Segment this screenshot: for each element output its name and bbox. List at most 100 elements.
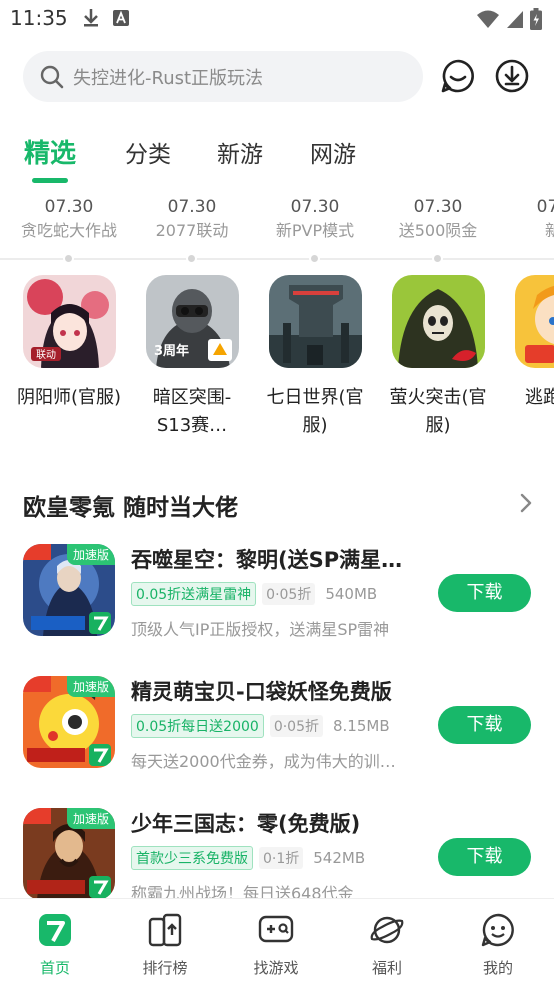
nav-label: 排行榜 [142, 959, 188, 977]
list-item[interactable]: 加速版 少年三国志：零(免费版) 首款少三系免费版 0·1折 542MB 称霸九… [0, 804, 554, 898]
game-icon-once-human [268, 275, 362, 368]
game-meta: 0.05折送满星雷神 0·05折 540MB [131, 582, 377, 606]
section-title: 欧皇零氪 随时当大佬 [23, 495, 239, 521]
status-bar: 11:35 [0, 0, 554, 38]
timeline-dot [186, 253, 197, 264]
featured-game[interactable]: 逃跑吧… [499, 275, 554, 412]
nav-ranking[interactable]: 排行榜 [110, 911, 220, 978]
nav-label: 找游戏 [253, 959, 299, 977]
search-row: 失控进化-Rust正版玩法 [0, 50, 554, 104]
file-size: 542MB [313, 849, 366, 867]
featured-game[interactable]: 七日世界(官服) [253, 275, 377, 440]
download-status-icon [84, 9, 98, 27]
nav-find-games[interactable]: 找游戏 [221, 911, 331, 978]
timeline-date: 07.30 [536, 197, 554, 217]
category-tabs: 精选 分类 新游 网游 [0, 130, 554, 186]
discount-tag: 0·05折 [269, 715, 323, 737]
promo-tag: 首款少三系免费版 [131, 846, 253, 870]
featured-games-row: 联动 阴阳师(官服) 3周年 暗区突围-S13赛… 七日世界(官服) 萤火突击(… [0, 275, 554, 450]
update-timeline[interactable]: 07.30 贪吃蛇大作战 07.30 2077联动 07.30 新PVP模式 0… [0, 195, 554, 270]
file-size: 8.15MB [332, 717, 390, 735]
game-title: 少年三国志：零(免费版) [131, 812, 361, 836]
battery-icon [530, 8, 542, 30]
nav-welfare[interactable]: 福利 [332, 911, 442, 978]
featured-game[interactable]: 3周年 暗区突围-S13赛… [130, 275, 254, 440]
nav-label: 我的 [482, 959, 513, 977]
tab-new-games[interactable]: 新游 [217, 135, 263, 169]
search-placeholder: 失控进化-Rust正版玩法 [73, 67, 264, 89]
featured-game-name: 逃跑吧… [525, 387, 554, 408]
section-header[interactable]: 欧皇零氪 随时当大佬 [23, 488, 533, 524]
wifi-icon [477, 10, 499, 28]
timeline-date: 07.30 [44, 197, 94, 217]
timeline-date: 07.30 [290, 197, 340, 217]
promo-tag: 0.05折送满星雷神 [131, 582, 257, 606]
timeline-desc: 贪吃蛇大作战 [20, 221, 117, 240]
gamepad-icon [258, 915, 294, 943]
file-size: 540MB [325, 585, 378, 603]
nav-profile[interactable]: 我的 [443, 911, 553, 978]
feedback-icon[interactable] [440, 58, 476, 94]
game-icon-three-kingdoms: 加速版 [23, 808, 115, 898]
tab-featured[interactable]: 精选 [24, 133, 76, 170]
timeline-item[interactable]: 07.30 贪吃蛇大作战 [7, 195, 131, 243]
download-button[interactable]: 下载 [438, 838, 531, 876]
timeline-dot [432, 253, 443, 264]
timeline-dot [309, 253, 320, 264]
nav-label: 福利 [371, 959, 402, 977]
game-icon-swallowed-star: 加速版 [23, 544, 115, 636]
timeline-dot [63, 253, 74, 264]
game-meta: 0.05折每日送2000 0·05折 8.15MB [131, 714, 390, 738]
chevron-right-icon[interactable] [519, 492, 533, 514]
game-title: 吞噬星空：黎明(送SP满星… [131, 548, 403, 572]
game-description: 每天送2000代金券，成为伟大的训… [131, 752, 396, 771]
accelerated-badge: 加速版 [66, 544, 115, 565]
accelerated-badge: 加速版 [66, 808, 115, 829]
list-item[interactable]: 加速版 精灵萌宝贝-口袋妖怪免费版 0.05折每日送2000 0·05折 8.1… [0, 672, 554, 772]
featured-game[interactable]: 联动 阴阳师(官服) [7, 275, 131, 412]
accelerated-badge: 加速版 [66, 676, 115, 697]
timeline-desc: 2077联动 [155, 221, 229, 240]
download-button[interactable]: 下载 [438, 706, 531, 744]
svg-text:3周年: 3周年 [154, 343, 189, 359]
app-notification-icon [113, 10, 129, 26]
timeline-item[interactable]: 07.30 新PVP模式 [253, 195, 377, 243]
search-bar[interactable]: 失控进化-Rust正版玩法 [23, 51, 423, 102]
game-icon-firefly-assault [391, 275, 485, 368]
bottom-navigation: 首页 排行榜 找游戏 福利 我的 [0, 898, 554, 984]
timeline-date: 07.30 [167, 197, 217, 217]
timeline-item[interactable]: 07.30 送500陨金 [376, 195, 500, 243]
game-title: 精灵萌宝贝-口袋妖怪免费版 [131, 680, 392, 704]
featured-game-name: 萤火突击(官服) [389, 387, 487, 436]
timeline-item[interactable]: 07.30 2077联动 [130, 195, 254, 243]
game-description: 顶级人气IP正版授权，送满星SP雷神 [131, 620, 390, 639]
download-manager-icon[interactable] [494, 58, 530, 94]
discount-tag: 0·1折 [259, 847, 304, 869]
featured-game-name: 暗区突围-S13赛… [152, 387, 232, 436]
promo-tag: 0.05折每日送2000 [131, 714, 264, 738]
timeline-date: 07.30 [413, 197, 463, 217]
svg-text:联动: 联动 [36, 349, 56, 361]
featured-game-name: 七日世界(官服) [266, 387, 364, 436]
discount-tag: 0·05折 [262, 583, 316, 605]
game-icon-onmyoji: 联动 [22, 275, 116, 368]
ranking-icon [148, 913, 182, 947]
profile-icon [481, 913, 514, 947]
featured-game[interactable]: 萤火突击(官服) [376, 275, 500, 440]
nav-home[interactable]: 首页 [0, 911, 110, 978]
timeline-line [0, 258, 554, 260]
timeline-desc: 送500陨金 [398, 221, 478, 240]
timeline-desc: 新武 [544, 221, 554, 240]
featured-game-name: 阴阳师(官服) [16, 387, 122, 408]
game-description: 称霸九州战场！每日送648代金 [131, 884, 354, 898]
list-item[interactable]: 加速版 吞噬星空：黎明(送SP满星… 0.05折送满星雷神 0·05折 540M… [0, 540, 554, 640]
tab-online-games[interactable]: 网游 [310, 135, 356, 169]
download-button[interactable]: 下载 [438, 574, 531, 612]
signal-icon [507, 11, 523, 28]
planet-icon [370, 916, 404, 944]
timeline-item[interactable]: 07.30 新武 [499, 195, 554, 243]
timeline-desc: 新PVP模式 [275, 221, 355, 240]
status-time: 11:35 [10, 6, 68, 30]
search-icon [40, 65, 64, 88]
tab-categories[interactable]: 分类 [125, 135, 171, 169]
